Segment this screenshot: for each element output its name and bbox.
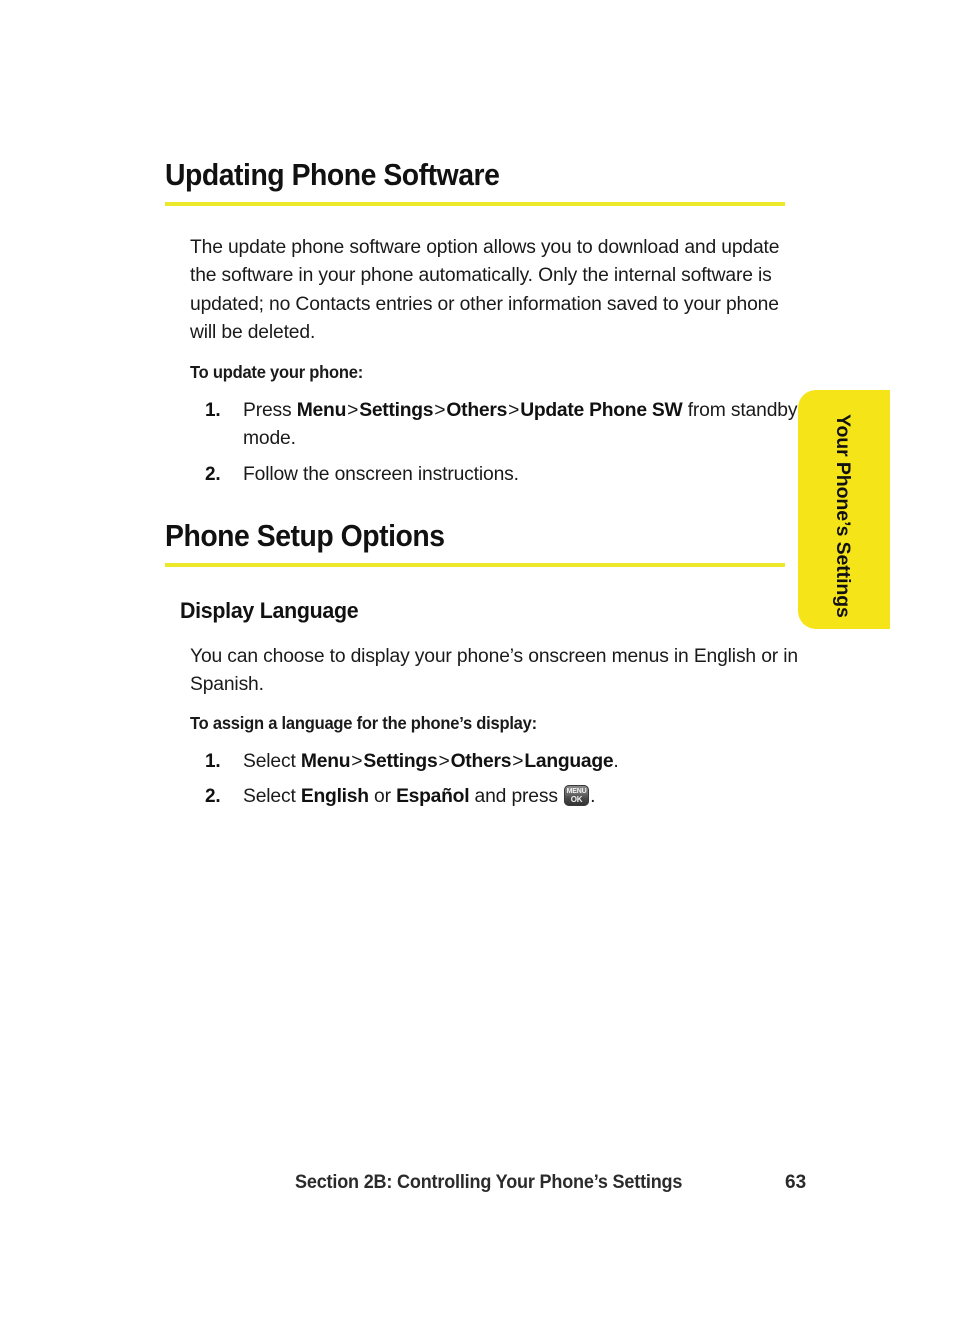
menu-path-item-settings: Settings (363, 751, 438, 772)
step-prefix: Press (243, 400, 297, 421)
section-thumb-tab: Your Phone’s Settings (798, 390, 890, 629)
key-icon-line1: MENU (566, 788, 587, 796)
menu-path-item-others: Others (450, 751, 512, 772)
menu-path-item-others: Others (446, 400, 508, 421)
step-number: 2. (205, 463, 221, 485)
menu-path-item-settings: Settings (359, 400, 434, 421)
path-separator: > (434, 400, 446, 421)
step-text: Select English or Español and press MENU… (243, 785, 596, 808)
lead-in-to-assign-a-language: To assign a language for the phone’s dis… (190, 713, 537, 733)
step-number: 1. (205, 400, 221, 421)
intro-paragraph-display-language: You can choose to display your phone’s o… (190, 646, 798, 696)
step-suffix: . (590, 786, 596, 808)
list-item: 1. Select Menu>Settings>Others>Language. (205, 748, 805, 776)
option-joiner: or (368, 786, 397, 808)
step-text: Select Menu>Settings>Others>Language. (243, 751, 619, 772)
lead-in-to-update-your-phone: To update your phone: (190, 362, 363, 382)
step-text: Press Menu>Settings>Others>Update Phone … (243, 400, 797, 449)
menu-path-item-language: Language (524, 751, 614, 772)
path-separator: > (438, 751, 450, 772)
list-item: 2. Select English or Español and press M… (205, 783, 805, 811)
subheading-display-language: Display Language (180, 598, 359, 623)
step-text: Follow the onscreen instructions. (243, 463, 519, 485)
page-footer: Section 2B: Controlling Your Phone’s Set… (295, 1172, 855, 1198)
heading-rule (165, 202, 785, 206)
intro-paragraph-updating: The update phone software option allows … (190, 237, 780, 344)
page-number: 63 (785, 1172, 807, 1193)
language-option-espanol: Español (396, 786, 470, 808)
document-page: Your Phone’s Settings Updating Phone Sof… (0, 0, 954, 1336)
steps-list-language: 1. Select Menu>Settings>Others>Language.… (205, 748, 805, 812)
step-number: 2. (205, 786, 221, 808)
path-separator: > (512, 751, 524, 772)
list-item: 2. Follow the onscreen instructions. (205, 461, 805, 489)
step-middle: and press (469, 786, 564, 808)
footer-section-label: Section 2B: Controlling Your Phone’s Set… (295, 1172, 683, 1193)
section-heading-phone-setup-options: Phone Setup Options (165, 519, 445, 553)
section-thumb-tab-label: Your Phone’s Settings (832, 414, 854, 618)
menu-path-item-menu: Menu (296, 400, 347, 421)
path-separator: > (351, 751, 363, 772)
step-prefix: Select (243, 751, 301, 772)
path-separator: > (508, 400, 520, 421)
list-item: 1. Press Menu>Settings>Others>Update Pho… (205, 397, 805, 454)
menu-path-item-update-phone-sw: Update Phone SW (520, 400, 683, 421)
step-number: 1. (205, 751, 221, 772)
menu-ok-key-icon: MENU OK (564, 785, 590, 807)
menu-path-item-menu: Menu (300, 751, 351, 772)
section-heading-updating-phone-software: Updating Phone Software (165, 158, 500, 192)
key-icon-line2: OK (570, 795, 583, 805)
path-separator: > (347, 400, 359, 421)
step-suffix: . (613, 751, 619, 772)
heading-rule (165, 563, 785, 567)
language-option-english: English (300, 786, 369, 808)
steps-list-update: 1. Press Menu>Settings>Others>Update Pho… (205, 397, 805, 489)
step-prefix: Select (243, 786, 301, 808)
